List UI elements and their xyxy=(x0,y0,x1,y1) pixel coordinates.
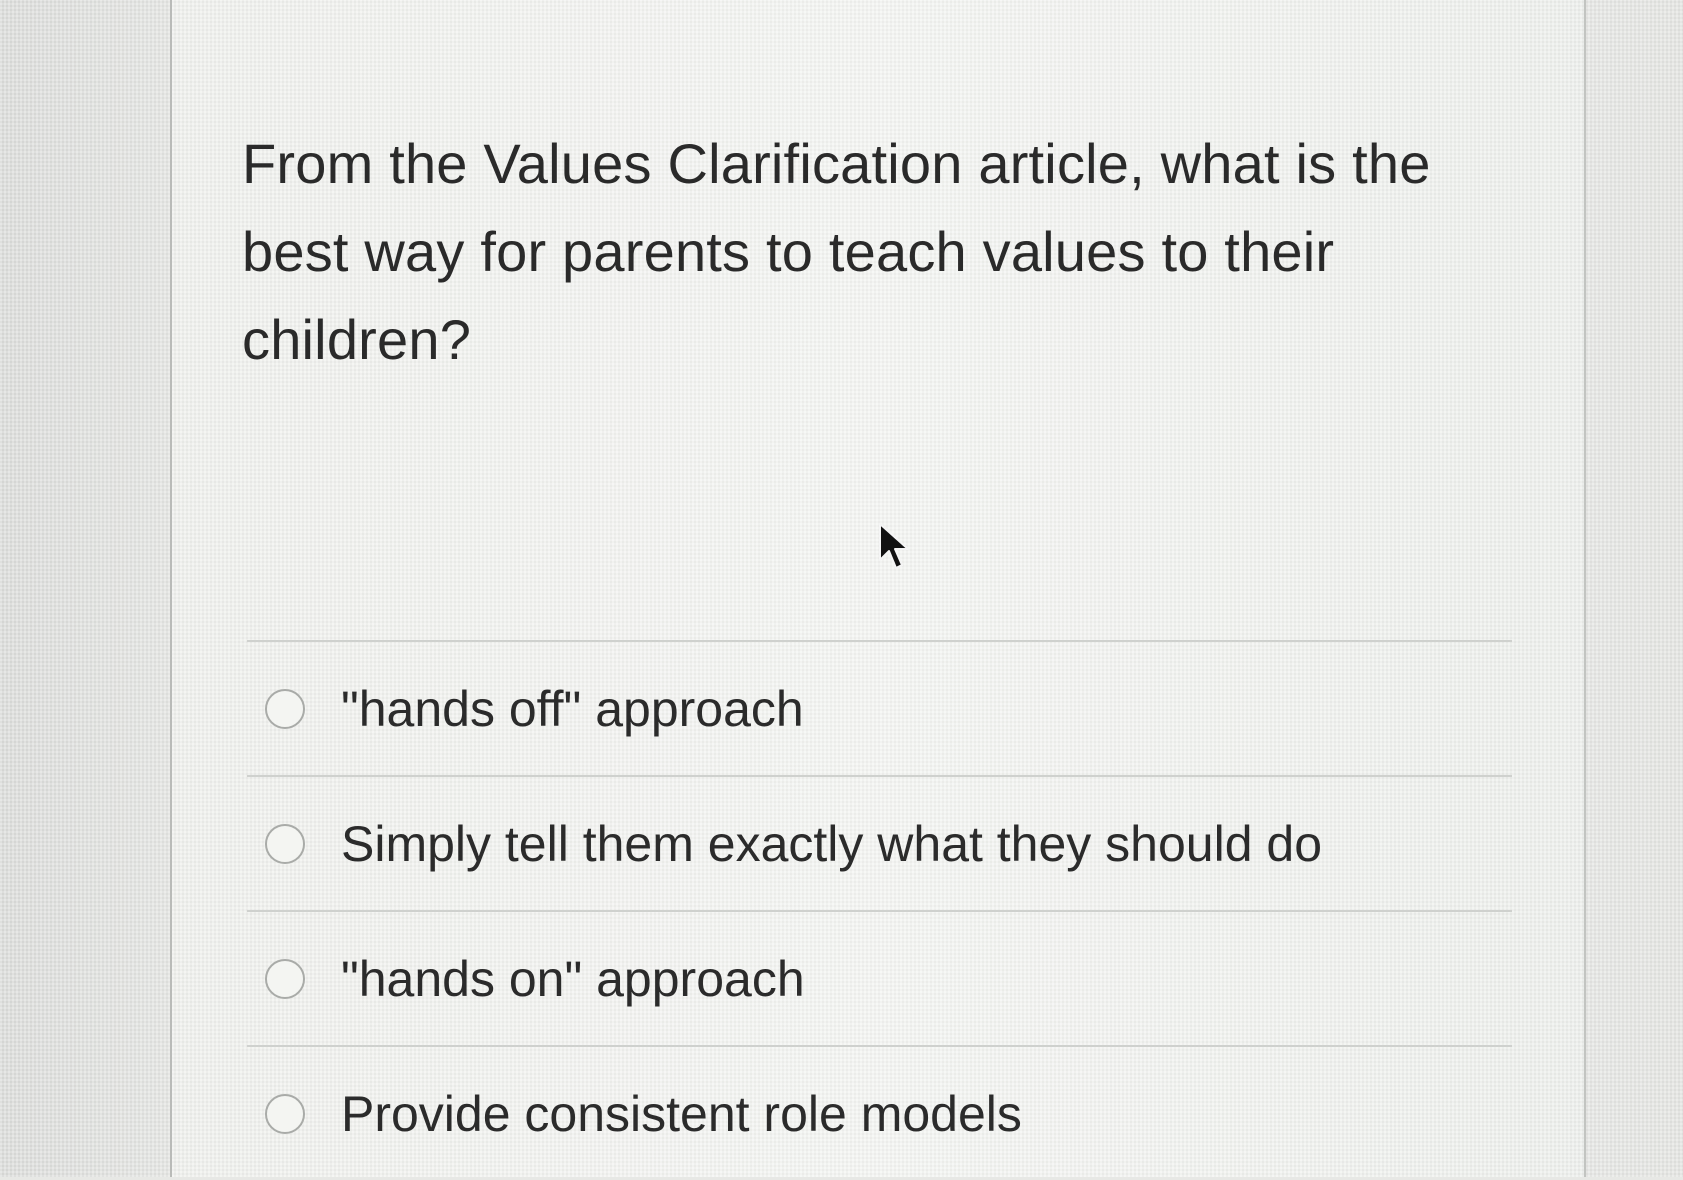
answer-option[interactable]: Provide consistent role models xyxy=(247,1045,1512,1180)
answer-option[interactable]: "hands on" approach xyxy=(247,910,1512,1045)
radio-button-icon[interactable] xyxy=(265,823,305,864)
answer-label[interactable]: "hands on" approach xyxy=(341,949,805,1009)
radio-button-icon[interactable] xyxy=(265,688,305,729)
answer-label[interactable]: Provide consistent role models xyxy=(341,1084,1022,1144)
radio-button-icon[interactable] xyxy=(265,1093,305,1134)
answer-label[interactable]: Simply tell them exactly what they shoul… xyxy=(341,814,1322,874)
quiz-question-panel: From the Values Clarification article, w… xyxy=(170,0,1586,1177)
radio-button-icon[interactable] xyxy=(265,958,305,999)
mouse-pointer-icon xyxy=(879,523,909,569)
answer-list: "hands off" approach Simply tell them ex… xyxy=(247,640,1512,1180)
answer-label[interactable]: "hands off" approach xyxy=(341,679,804,739)
question-text: From the Values Clarification article, w… xyxy=(242,132,1431,371)
answer-option[interactable]: Simply tell them exactly what they shoul… xyxy=(247,775,1512,910)
answer-option[interactable]: "hands off" approach xyxy=(247,640,1512,775)
